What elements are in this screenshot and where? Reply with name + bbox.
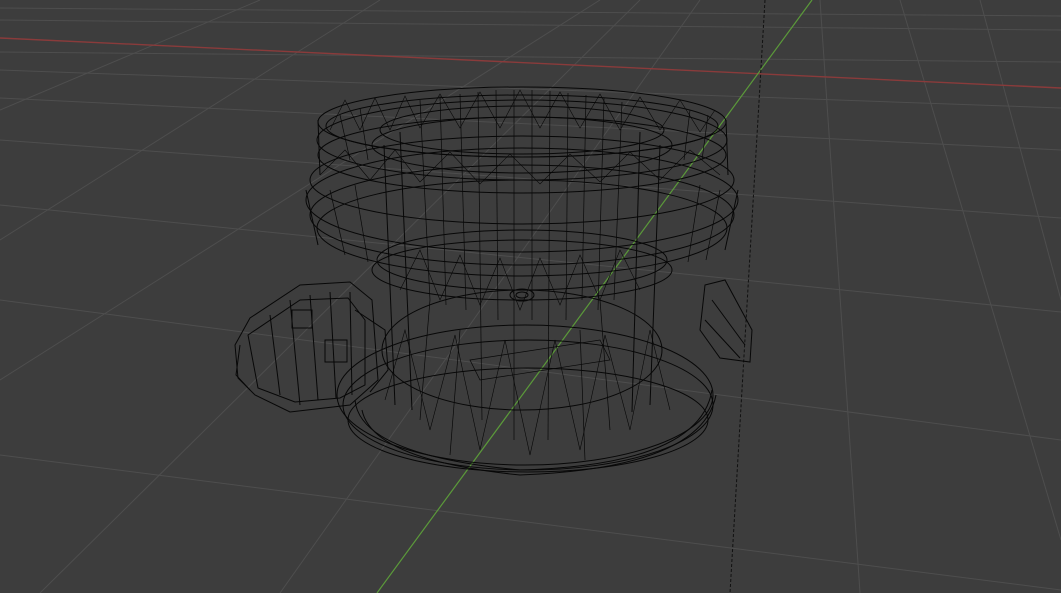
viewport-canvas[interactable] [0,0,1061,593]
x-axis-line [0,37,1061,89]
floor-grid [0,0,1061,593]
handle-wireframe [234,281,389,413]
z-axis-dashed-line [729,0,766,593]
3d-viewport[interactable] [0,0,1061,593]
